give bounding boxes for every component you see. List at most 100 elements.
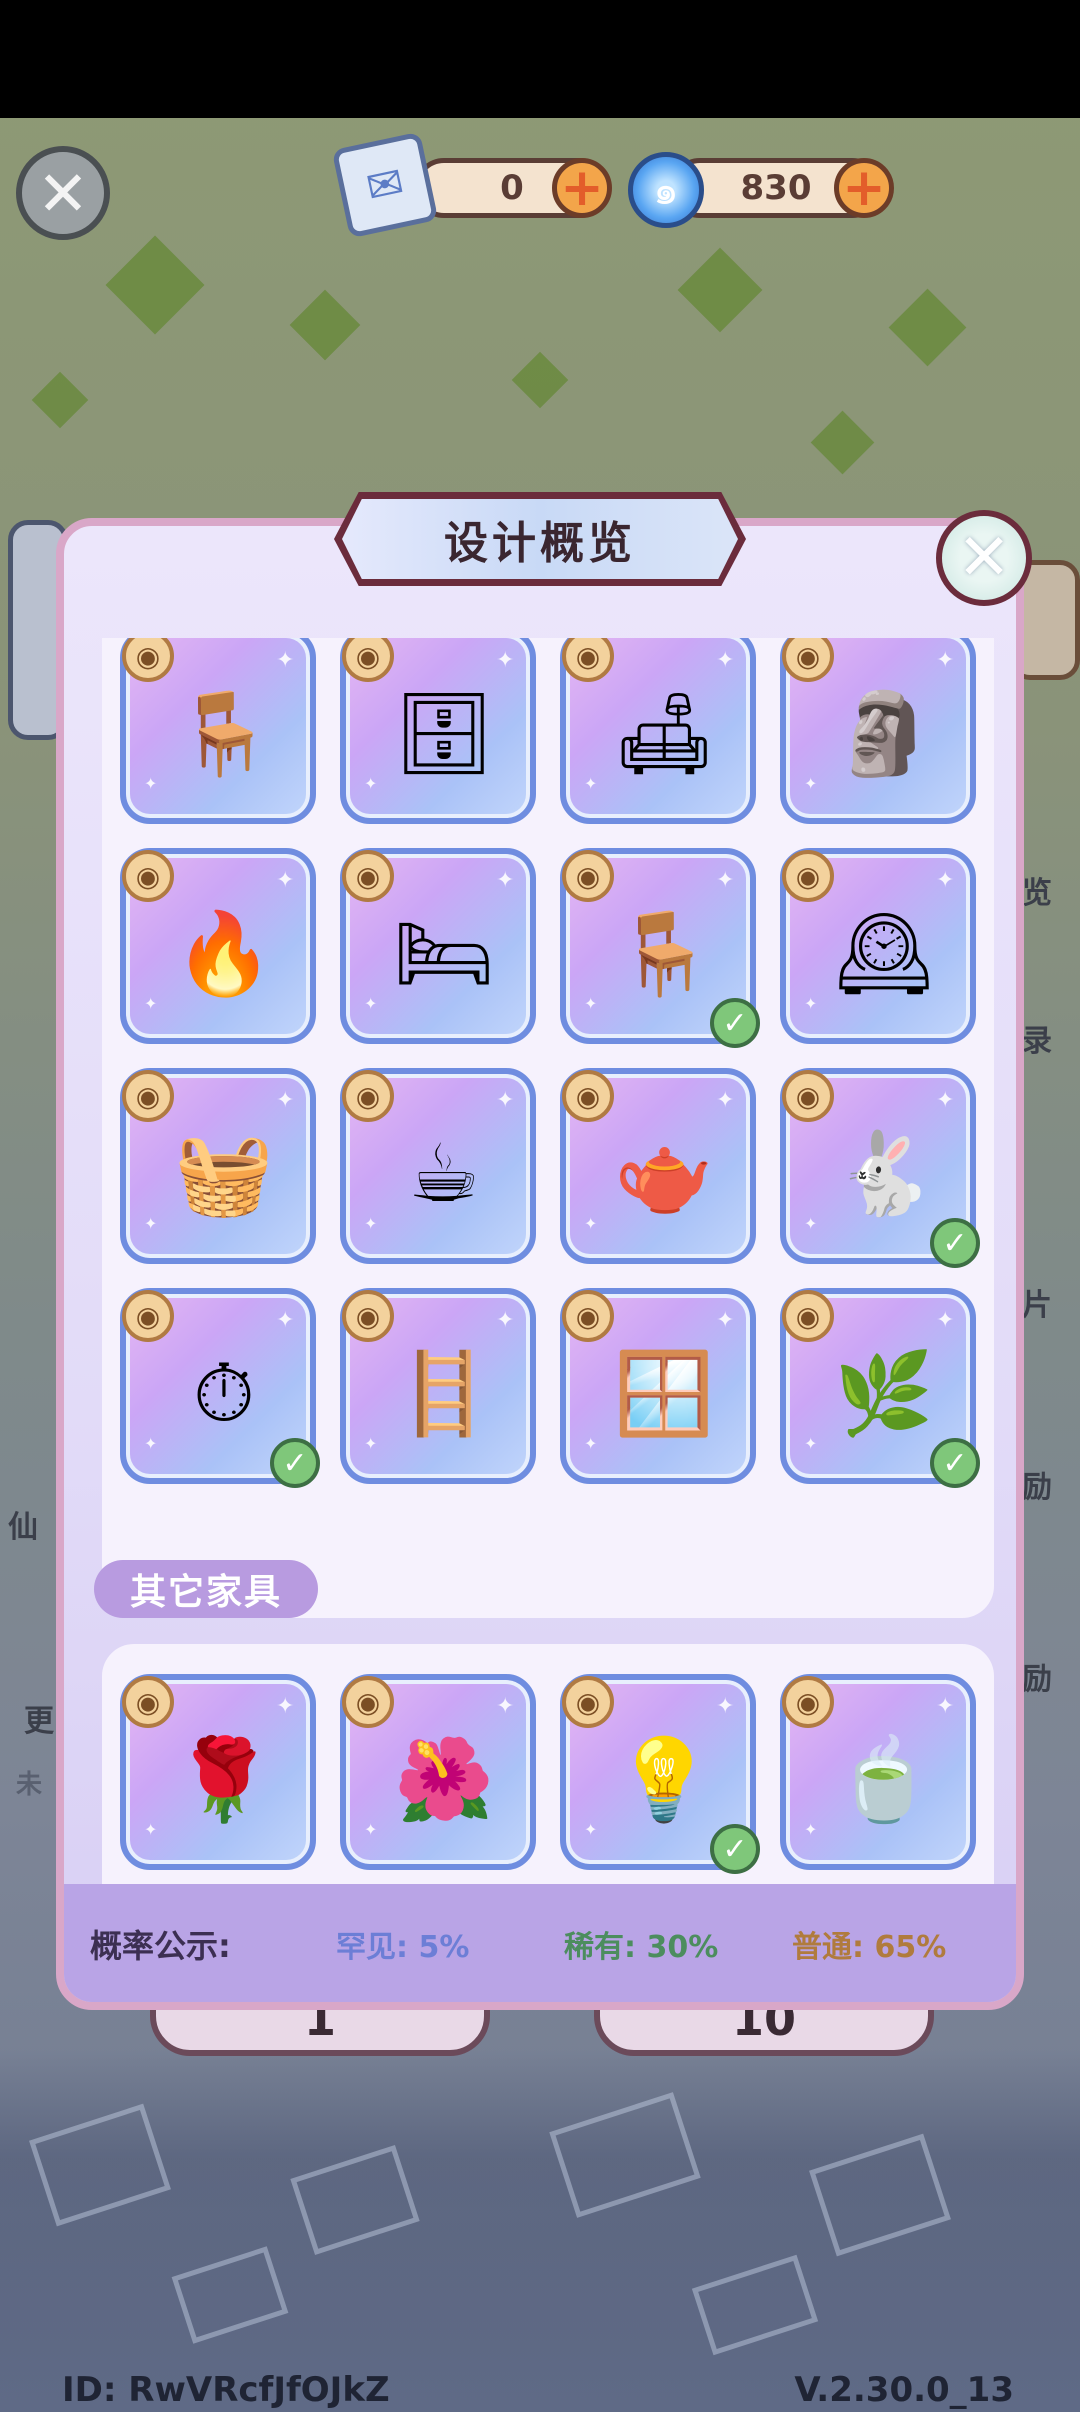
gem-count: 830 bbox=[740, 168, 812, 208]
probability-epic: 稀有: 30% bbox=[564, 1930, 719, 1965]
furniture-card-tea-party-table[interactable]: ✦ ✦ 🫖 ◉ bbox=[560, 1068, 756, 1264]
design-overview-panel: ✦ ✦ 🪑 ◉ ✦ ✦ 🗄 ◉ ✦ ✦ 🛋 ◉ ✦ ✦ 🗿 ◉ ✦ ✦ 🔥 ◉ ✦ ✦ 🛏 ◉ ✦ ✦ 🪑 ◉ ✓ ✦ ✦ 🕰 ◉ ✦ ✦ 🧺 ◉ ✦ ✦ ☕… bbox=[56, 518, 1024, 2010]
furniture-card-white-rabbit-figure[interactable]: ✦ ✦ 🐇 ◉ ✓ bbox=[780, 1068, 980, 1268]
eye-preview-icon[interactable]: ◉ bbox=[562, 1070, 614, 1122]
add-gem-button[interactable]: + bbox=[834, 158, 894, 218]
side-label: 录 bbox=[1022, 1024, 1052, 1059]
bg-leaf-decoration bbox=[810, 410, 875, 475]
bg-bottom-shade bbox=[0, 2050, 1080, 2412]
side-label: 未 bbox=[16, 1770, 43, 1800]
tea-party-table-icon: 🫖 bbox=[614, 1127, 714, 1220]
sparkle-icon: ✦ bbox=[364, 774, 378, 793]
furniture-card-wooden-bed-frame[interactable]: ✦ ✦ 🛏 ◉ bbox=[340, 848, 536, 1044]
sparkle-icon: ✦ bbox=[144, 1214, 158, 1233]
eye-preview-icon[interactable]: ◉ bbox=[342, 1290, 394, 1342]
spiral-staircase-icon: 🪜 bbox=[394, 1347, 494, 1440]
panel-close-button[interactable]: ✕ bbox=[936, 510, 1032, 606]
furniture-card-lace-rug[interactable]: ✦ ✦ 🧺 ◉ bbox=[120, 1068, 316, 1264]
eye-preview-icon[interactable]: ◉ bbox=[122, 1290, 174, 1342]
add-ticket-button[interactable]: + bbox=[552, 158, 612, 218]
owned-check-icon: ✓ bbox=[710, 998, 760, 1048]
sparkle-icon: ✦ bbox=[804, 774, 818, 793]
side-label: 励 bbox=[1022, 1662, 1052, 1697]
furniture-card-club-stove[interactable]: ✦ ✦ 🔥 ◉ bbox=[120, 848, 316, 1044]
knight-armor-statue-icon: 🗿 bbox=[834, 687, 934, 780]
other-furniture-section-label: 其它家具 bbox=[94, 1560, 318, 1618]
eye-preview-icon[interactable]: ◉ bbox=[782, 850, 834, 902]
sparkle-icon: ✦ bbox=[496, 868, 515, 893]
eye-preview-icon[interactable]: ◉ bbox=[342, 850, 394, 902]
eye-preview-icon[interactable]: ◉ bbox=[562, 1290, 614, 1342]
club-stove-icon: 🔥 bbox=[174, 907, 274, 1000]
furniture-card-rose-arch[interactable]: ✦ ✦ 🌺 ◉ bbox=[340, 1674, 536, 1870]
sparkle-icon: ✦ bbox=[584, 774, 598, 793]
sparkle-icon: ✦ bbox=[804, 1214, 818, 1233]
eye-preview-icon[interactable]: ◉ bbox=[342, 1070, 394, 1122]
bg-leaf-decoration bbox=[289, 289, 361, 361]
teacup-seat-icon: ☕ bbox=[408, 1127, 480, 1220]
probability-label: 概率公示: bbox=[90, 1927, 231, 1965]
furniture-card-grandfather-clock[interactable]: ✦ ✦ 🕰 ◉ bbox=[780, 848, 976, 1044]
ruffle-folding-chair-icon: 🪑 bbox=[174, 687, 274, 780]
furniture-card-long-lace-table[interactable]: ✦ ✦ 🛋 ◉ bbox=[560, 638, 756, 824]
rose-arch-icon: 🌺 bbox=[394, 1733, 494, 1826]
furniture-card-spiral-staircase[interactable]: ✦ ✦ 🪜 ◉ bbox=[340, 1288, 536, 1484]
sparkle-icon: ✦ bbox=[584, 994, 598, 1013]
player-id: ID: RwVRcfJfOJkZ bbox=[62, 2370, 390, 2410]
eye-preview-icon[interactable]: ◉ bbox=[782, 1290, 834, 1342]
probability-common: 普通: 65% bbox=[792, 1930, 947, 1965]
furniture-card-rose-hedge[interactable]: ✦ ✦ 🌹 ◉ bbox=[120, 1674, 316, 1870]
furniture-scroll-area[interactable]: ✦ ✦ 🪑 ◉ ✦ ✦ 🗄 ◉ ✦ ✦ 🛋 ◉ ✦ ✦ 🗿 ◉ ✦ ✦ 🔥 ◉ ✦ ✦ 🛏 ◉ ✦ ✦ 🪑 ◉ ✓ ✦ ✦ 🕰 ◉ ✦ ✦ 🧺 ◉ ✦ ✦ ☕… bbox=[64, 638, 1016, 1888]
bg-leaf-decoration bbox=[888, 288, 967, 367]
sparkle-icon: ✦ bbox=[144, 774, 158, 793]
eye-preview-icon[interactable]: ◉ bbox=[122, 850, 174, 902]
bg-leaf-decoration bbox=[511, 351, 569, 409]
owned-check-icon: ✓ bbox=[710, 1824, 760, 1874]
sparkle-icon: ✦ bbox=[364, 994, 378, 1013]
sparkle-icon: ✦ bbox=[496, 1088, 515, 1113]
furniture-card-flower-arch-window[interactable]: ✦ ✦ 🪟 ◉ bbox=[560, 1288, 756, 1484]
sparkle-icon: ✦ bbox=[276, 1088, 295, 1113]
eye-preview-icon[interactable]: ◉ bbox=[562, 850, 614, 902]
furniture-card-hanging-pocket-watch-sign[interactable]: ✦ ✦ ⏱ ◉ ✓ bbox=[120, 1288, 320, 1488]
eye-preview-icon[interactable]: ◉ bbox=[342, 1676, 394, 1728]
furniture-card-checkered-folding-chair[interactable]: ✦ ✦ 🪑 ◉ ✓ bbox=[560, 848, 760, 1048]
main-set-grid: ✦ ✦ 🪑 ◉ ✦ ✦ 🗄 ◉ ✦ ✦ 🛋 ◉ ✦ ✦ 🗿 ◉ ✦ ✦ 🔥 ◉ ✦ ✦ 🛏 ◉ ✦ ✦ 🪑 ◉ ✓ ✦ ✦ 🕰 ◉ ✦ ✦ 🧺 ◉ ✦ ✦ ☕… bbox=[120, 638, 980, 1488]
sparkle-icon: ✦ bbox=[276, 1694, 295, 1719]
side-label: 励 bbox=[1022, 1470, 1052, 1505]
section-title: 其它家具 bbox=[129, 1572, 282, 1613]
plus-icon: + bbox=[842, 158, 886, 218]
sparkle-icon: ✦ bbox=[716, 1308, 735, 1333]
furniture-card-lace-dresser[interactable]: ✦ ✦ 🗄 ◉ bbox=[340, 638, 536, 824]
furniture-card-crystal-chandelier[interactable]: ✦ ✦ 💡 ◉ ✓ bbox=[560, 1674, 760, 1874]
furniture-card-ruffle-folding-chair[interactable]: ✦ ✦ 🪑 ◉ bbox=[120, 638, 316, 824]
sparkle-icon: ✦ bbox=[936, 868, 955, 893]
sparkle-icon: ✦ bbox=[144, 1434, 158, 1453]
eye-preview-icon[interactable]: ◉ bbox=[562, 1676, 614, 1728]
flower-arch-window-icon: 🪟 bbox=[614, 1347, 714, 1440]
crystal-chandelier-icon: 💡 bbox=[614, 1733, 714, 1826]
furniture-card-ivy-wall-panel[interactable]: ✦ ✦ 🌿 ◉ ✓ bbox=[780, 1288, 980, 1488]
white-rabbit-figure-icon: 🐇 bbox=[834, 1127, 934, 1220]
eye-preview-icon[interactable]: ◉ bbox=[782, 1070, 834, 1122]
side-label: 片 bbox=[1022, 1288, 1052, 1323]
furniture-card-teacup-seat[interactable]: ✦ ✦ ☕ ◉ bbox=[340, 1068, 536, 1264]
sparkle-icon: ✦ bbox=[364, 1820, 378, 1839]
sparkle-icon: ✦ bbox=[936, 1088, 955, 1113]
sparkle-icon: ✦ bbox=[364, 1214, 378, 1233]
ticket-count: 0 bbox=[500, 168, 524, 208]
close-icon[interactable]: ✕ bbox=[16, 146, 110, 240]
sparkle-icon: ✦ bbox=[716, 1088, 735, 1113]
eye-preview-icon[interactable]: ◉ bbox=[122, 1676, 174, 1728]
bg-leaf-decoration bbox=[31, 371, 89, 429]
swirl-gem-icon: ๑ bbox=[628, 152, 704, 228]
rose-hedge-icon: 🌹 bbox=[174, 1733, 274, 1826]
eye-preview-icon[interactable]: ◉ bbox=[782, 1676, 834, 1728]
hanging-pocket-watch-sign-icon: ⏱ bbox=[192, 1347, 256, 1440]
sparkle-icon: ✦ bbox=[276, 1308, 295, 1333]
long-lace-table-icon: 🛋 bbox=[613, 687, 715, 780]
eye-preview-icon[interactable]: ◉ bbox=[122, 1070, 174, 1122]
page-title: 设计概览 bbox=[342, 499, 738, 579]
furniture-card-knight-armor-statue[interactable]: ✦ ✦ 🗿 ◉ bbox=[780, 638, 976, 824]
furniture-card-teacup-shelf[interactable]: ✦ ✦ 🍵 ◉ bbox=[780, 1674, 976, 1870]
